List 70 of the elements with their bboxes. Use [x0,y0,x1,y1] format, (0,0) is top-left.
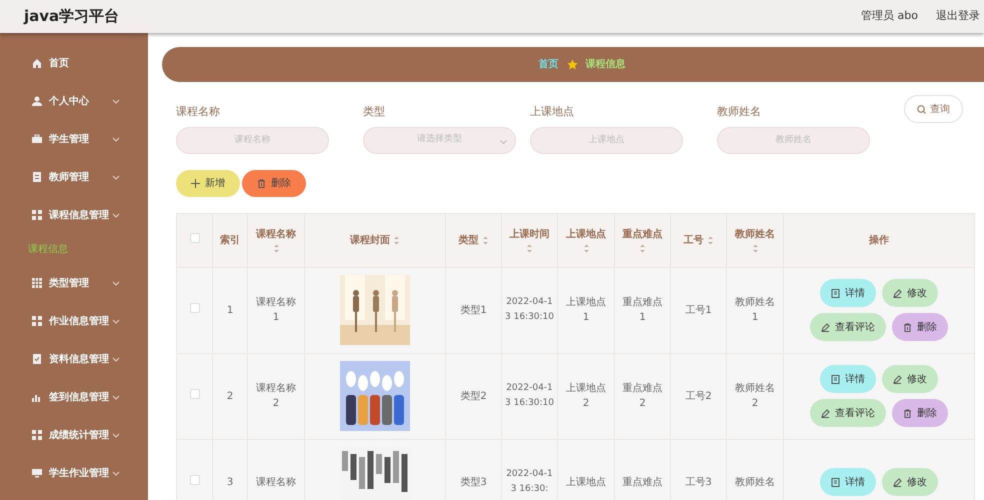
table-cell: 课程名称 [256,476,296,488]
column-header: 操作 [869,234,889,248]
column-header: 工号 [684,234,704,248]
table-cell: 教师姓名1 [735,297,775,323]
column-header: 教师姓名 [735,228,775,242]
sidebar-subitem[interactable]: 课程信息 [0,234,148,264]
table-cell: 3 [226,476,234,488]
sidebar-item[interactable]: 首页 [0,44,148,82]
add-button[interactable]: 新增 [176,170,240,196]
details-button[interactable]: 详情 [820,279,876,307]
sidebar-item[interactable]: 学生作业管理 [0,454,148,492]
table-cell: 工号1 [685,304,712,316]
table-cell: 2022-04-13 16:30:10 [505,297,554,322]
comments-button[interactable]: 查看评论 [810,399,886,427]
column-header: 上课时间 [510,228,550,242]
delete-button[interactable]: 删除 [892,313,948,341]
table-cell: 1 [226,304,234,316]
column-header: 课程封面 [350,234,390,248]
table-cell: 类型2 [460,390,487,402]
edit-button[interactable]: 修改 [882,365,938,393]
user-label: 管理员 abo [861,8,918,24]
column-header: 索引 [220,234,240,248]
table-cell: 课程名称1 [256,297,296,323]
table-cell: 教师姓名2 [735,383,775,409]
sidebar-item[interactable]: 资料信息管理 [0,340,148,378]
delete-button[interactable]: 删除 [892,399,948,427]
table-cell: 上课地点2 [566,383,606,409]
app-title: java学习平台 [24,6,120,28]
table-cell: 2 [226,390,234,402]
table-cell: 课程名称2 [256,383,296,409]
edit-button[interactable]: 修改 [882,279,938,307]
table-cell: 重点难点 [622,476,662,488]
sidebar-item[interactable]: 作业信息管理 [0,302,148,340]
sidebar-item[interactable]: 成绩统计管理 [0,416,148,454]
table-cell: 工号2 [685,390,712,402]
table-cell: 重点难点1 [622,297,662,323]
filter-label: 上课地点 [530,104,575,120]
sidebar-item[interactable]: 签到信息管理 [0,378,148,416]
edit-button[interactable]: 修改 [882,468,938,496]
column-header: 类型 [458,234,478,248]
table-cell: 类型1 [460,304,487,316]
column-header: 重点难点 [622,228,662,242]
table-cell: 工号3 [685,476,712,488]
table-cell: 上课地点 [566,476,606,488]
table-cell: 2022-04-13 16:30:10 [505,383,554,408]
table-cell: 类型3 [460,476,487,488]
search-field[interactable]: 教师姓名 [717,126,870,154]
search-field[interactable]: 课程名称 [176,126,329,154]
details-button[interactable]: 详情 [820,365,876,393]
filter-label: 课程名称 [176,104,221,120]
search-button[interactable]: 查询 [904,95,963,123]
comments-button[interactable]: 查看评论 [810,313,886,341]
sidebar-item[interactable]: 类型管理 [0,264,148,302]
search-field[interactable]: 上课地点 [530,126,683,154]
table-cell: 上课地点1 [566,297,606,323]
breadcrumb-link[interactable]: 首页 [538,57,558,72]
column-header: 上课地点 [566,228,606,242]
filter-label: 教师姓名 [717,104,762,120]
sidebar-item[interactable]: 学生管理 [0,120,148,158]
table-cell: 2022-04-13 16:30: [506,469,553,494]
delete-button[interactable]: 删除 [242,170,306,196]
sidebar-item[interactable]: 教师管理 [0,158,148,196]
table-cell: 重点难点2 [622,383,662,409]
filter-label: 类型 [363,104,386,120]
details-button[interactable]: 详情 [820,468,876,496]
sidebar-item[interactable]: 个人中心 [0,82,148,120]
logout-link[interactable]: 退出登录 [936,8,980,25]
column-header: 课程名称 [256,228,296,242]
table-cell: 教师姓名 [735,476,775,488]
sidebar-item[interactable]: 课程信息管理 [0,196,148,234]
